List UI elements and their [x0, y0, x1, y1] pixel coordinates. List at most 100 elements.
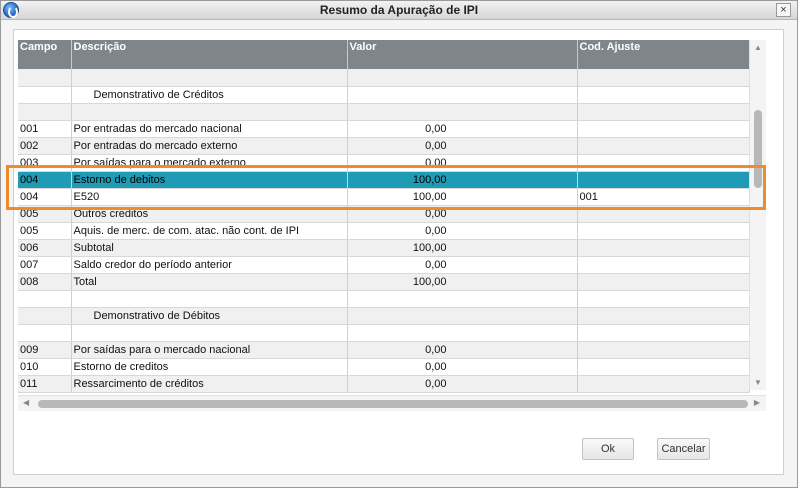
- vertical-scroll-thumb[interactable]: [754, 110, 762, 188]
- cell-campo[interactable]: 005: [18, 205, 72, 223]
- cell-valor[interactable]: 0,00: [347, 137, 578, 155]
- scroll-down-icon[interactable]: ▼: [754, 378, 762, 387]
- cell-cod-ajuste[interactable]: [577, 222, 750, 240]
- table-row[interactable]: [18, 290, 750, 308]
- cell-cod-ajuste[interactable]: [577, 69, 750, 87]
- column-header-valor[interactable]: Valor: [347, 40, 578, 69]
- cell-descricao[interactable]: [71, 290, 348, 308]
- cell-valor[interactable]: 100,00: [347, 239, 578, 257]
- cell-cod-ajuste[interactable]: [577, 171, 750, 189]
- cell-valor[interactable]: 0,00: [347, 341, 578, 359]
- cell-cod-ajuste[interactable]: [577, 290, 750, 308]
- cell-campo[interactable]: 008: [18, 273, 72, 291]
- cell-valor[interactable]: 0,00: [347, 120, 578, 138]
- scroll-right-icon[interactable]: ▶: [754, 398, 760, 407]
- cell-descricao[interactable]: Ressarcimento de créditos: [71, 375, 348, 393]
- cell-valor[interactable]: 100,00: [347, 188, 578, 206]
- cell-cod-ajuste[interactable]: [577, 86, 750, 104]
- cell-cod-ajuste[interactable]: [577, 324, 750, 342]
- cell-valor[interactable]: 100,00: [347, 171, 578, 189]
- cell-valor[interactable]: [347, 86, 578, 104]
- table-row[interactable]: 009 Por saídas para o mercado nacional 0,0…: [18, 341, 750, 359]
- table-row[interactable]: [18, 69, 750, 87]
- cell-campo[interactable]: [18, 290, 72, 308]
- cell-valor[interactable]: 0,00: [347, 205, 578, 223]
- table-row[interactable]: 008 Total 100,00: [18, 273, 750, 291]
- table-row[interactable]: 004 E520 100,00 001: [18, 188, 750, 206]
- cell-descricao[interactable]: Demonstrativo de Débitos: [71, 307, 348, 325]
- scroll-up-icon[interactable]: ▲: [754, 43, 762, 52]
- cell-cod-ajuste[interactable]: [577, 154, 750, 172]
- cell-campo[interactable]: 001: [18, 120, 72, 138]
- close-button[interactable]: ×: [776, 3, 791, 17]
- cell-descricao[interactable]: [71, 324, 348, 342]
- cell-valor[interactable]: 0,00: [347, 222, 578, 240]
- cell-campo[interactable]: 004: [18, 171, 72, 189]
- cell-campo[interactable]: 006: [18, 239, 72, 257]
- table-row[interactable]: Demonstrativo de Débitos: [18, 307, 750, 325]
- table-row[interactable]: Demonstrativo de Créditos: [18, 86, 750, 104]
- table-row[interactable]: [18, 324, 750, 342]
- cancel-button[interactable]: Cancelar: [657, 438, 710, 460]
- cell-valor[interactable]: 100,00: [347, 273, 578, 291]
- cell-cod-ajuste[interactable]: [577, 273, 750, 291]
- table-row[interactable]: 004 Estorno de debitos 100,00: [18, 171, 750, 189]
- scroll-left-icon[interactable]: ◀: [23, 398, 29, 407]
- table-row[interactable]: [18, 103, 750, 121]
- cell-campo[interactable]: [18, 103, 72, 121]
- horizontal-scroll-thumb[interactable]: [38, 400, 748, 408]
- cell-cod-ajuste[interactable]: [577, 205, 750, 223]
- cell-cod-ajuste[interactable]: [577, 341, 750, 359]
- cell-descricao[interactable]: Outros creditos: [71, 205, 348, 223]
- cell-cod-ajuste[interactable]: [577, 103, 750, 121]
- cell-valor[interactable]: 0,00: [347, 154, 578, 172]
- cell-campo[interactable]: 003: [18, 154, 72, 172]
- cell-valor[interactable]: [347, 69, 578, 87]
- table-row[interactable]: 005 Aquis. de merc. de com. atac. não con…: [18, 222, 750, 240]
- cell-descricao[interactable]: Aquis. de merc. de com. atac. não cont. …: [71, 222, 348, 240]
- cell-campo[interactable]: 004: [18, 188, 72, 206]
- cell-valor[interactable]: 0,00: [347, 358, 578, 376]
- cell-campo[interactable]: 005: [18, 222, 72, 240]
- cell-cod-ajuste[interactable]: [577, 120, 750, 138]
- cell-descricao[interactable]: Por entradas do mercado externo: [71, 137, 348, 155]
- cell-campo[interactable]: 007: [18, 256, 72, 274]
- cell-valor[interactable]: [347, 324, 578, 342]
- table-row[interactable]: 003 Por saídas para o mercado externo 0,00: [18, 154, 750, 172]
- table-row[interactable]: 001 Por entradas do mercado nacional 0,00: [18, 120, 750, 138]
- cell-cod-ajuste[interactable]: [577, 307, 750, 325]
- cell-campo[interactable]: 011: [18, 375, 72, 393]
- cell-descricao[interactable]: Total: [71, 273, 348, 291]
- cell-descricao[interactable]: E520: [71, 188, 348, 206]
- cell-descricao[interactable]: Subtotal: [71, 239, 348, 257]
- cell-descricao[interactable]: Por saídas para o mercado nacional: [71, 341, 348, 359]
- cell-campo[interactable]: 002: [18, 137, 72, 155]
- cell-descricao[interactable]: Saldo credor do período anterior: [71, 256, 348, 274]
- cell-cod-ajuste[interactable]: [577, 375, 750, 393]
- cell-cod-ajuste[interactable]: [577, 137, 750, 155]
- cell-descricao[interactable]: [71, 69, 348, 87]
- cell-descricao[interactable]: Demonstrativo de Créditos: [71, 86, 348, 104]
- vertical-scrollbar[interactable]: ▲ ▼: [749, 40, 766, 390]
- cell-valor[interactable]: [347, 290, 578, 308]
- cell-campo[interactable]: [18, 69, 72, 87]
- cell-cod-ajuste[interactable]: [577, 358, 750, 376]
- cell-campo[interactable]: 009: [18, 341, 72, 359]
- column-header-campo[interactable]: Campo: [18, 40, 72, 69]
- cell-cod-ajuste[interactable]: [577, 239, 750, 257]
- cell-campo[interactable]: 010: [18, 358, 72, 376]
- table-row[interactable]: 006 Subtotal 100,00: [18, 239, 750, 257]
- cell-descricao[interactable]: Estorno de debitos: [71, 171, 348, 189]
- cell-descricao[interactable]: [71, 103, 348, 121]
- cell-descricao[interactable]: Por entradas do mercado nacional: [71, 120, 348, 138]
- cell-cod-ajuste[interactable]: [577, 256, 750, 274]
- cell-valor[interactable]: [347, 103, 578, 121]
- cell-descricao[interactable]: Por saídas para o mercado externo: [71, 154, 348, 172]
- table-row[interactable]: 010 Estorno de creditos 0,00: [18, 358, 750, 376]
- horizontal-scrollbar[interactable]: ◀ ▶: [18, 395, 766, 411]
- cell-cod-ajuste[interactable]: 001: [577, 188, 750, 206]
- cell-valor[interactable]: 0,00: [347, 375, 578, 393]
- table-row[interactable]: 005 Outros creditos 0,00: [18, 205, 750, 223]
- table-row[interactable]: 002 Por entradas do mercado externo 0,00: [18, 137, 750, 155]
- table-row[interactable]: 011 Ressarcimento de créditos 0,00: [18, 375, 750, 393]
